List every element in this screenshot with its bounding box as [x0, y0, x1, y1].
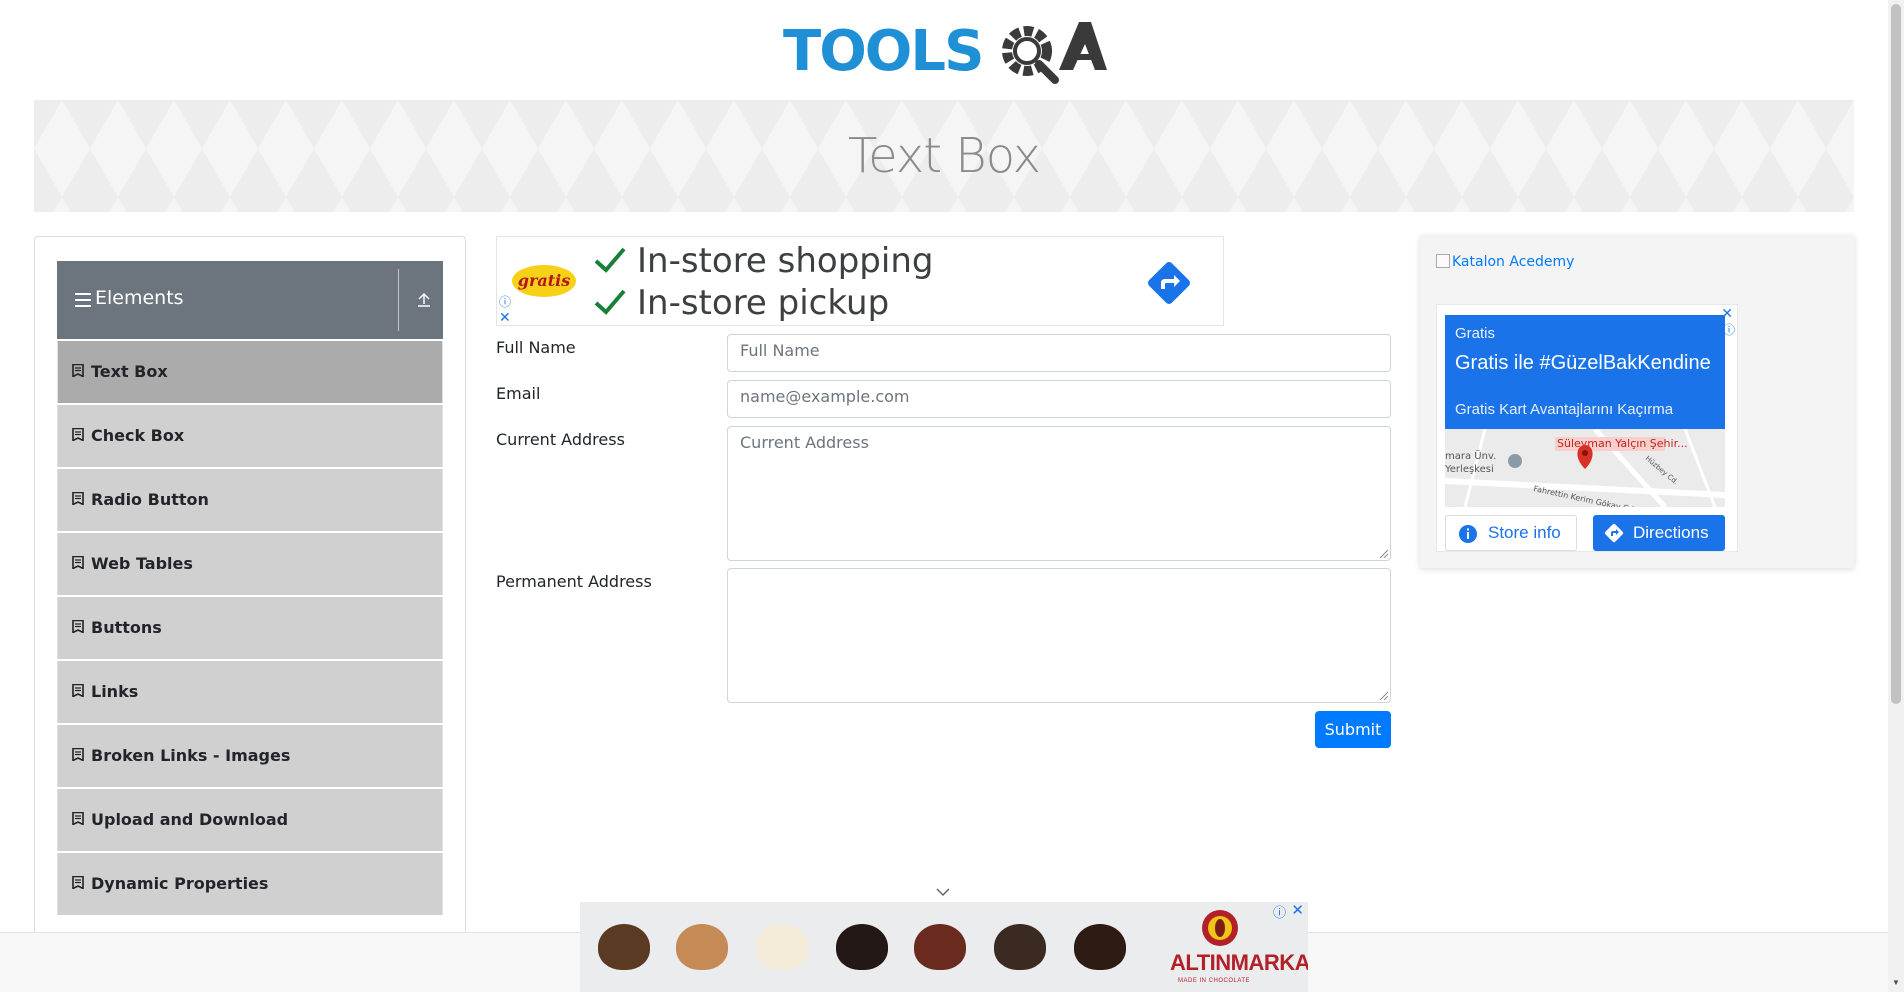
ad-subline: Gratis Kart Avantajlarını Kaçırma [1455, 401, 1674, 418]
page-title: Text Box [847, 128, 1041, 184]
email-placeholder: name@example.com [740, 387, 910, 406]
store-map[interactable]: Süleyman Yalçın Şehir... mara Ünv. Yerle… [1445, 429, 1725, 507]
svg-text:TOOLS: TOOLS [783, 19, 982, 84]
hamburger-icon [75, 293, 91, 307]
sidebar-item-label: Text Box [91, 362, 168, 381]
checkmark-icon [594, 247, 626, 273]
broken-image-icon [1436, 254, 1450, 268]
coffee-beans-pile [598, 924, 650, 970]
ad-brand: Gratis [1455, 325, 1496, 342]
cocoa-powder-pile [1074, 924, 1126, 970]
ad-headline-box[interactable]: Gratis Gratis ile #GüzelBakKendine Grati… [1445, 315, 1725, 429]
email-label: Email [496, 384, 541, 403]
store-info-label: Store info [1488, 523, 1561, 542]
sidebar-item-radio-button[interactable]: Radio Button [57, 469, 443, 531]
collapse-up-icon[interactable] [415, 291, 433, 309]
email-input[interactable]: name@example.com [727, 380, 1391, 418]
document-icon [72, 556, 84, 569]
scroll-thumb[interactable] [1891, 4, 1901, 704]
elements-menu: Text Box Check Box Radio Button Web Tabl… [57, 341, 443, 917]
document-icon [72, 620, 84, 633]
current-address-textarea[interactable]: Current Address [727, 426, 1391, 561]
sidebar-item-text-box[interactable]: Text Box [57, 341, 443, 403]
almonds-pile [676, 924, 728, 970]
document-icon [72, 812, 84, 825]
sidebar-item-label: Web Tables [91, 554, 193, 573]
sidebar-item-label: Radio Button [91, 490, 209, 509]
scroll-down-arrow-icon[interactable]: ▼ [1892, 978, 1900, 987]
sidebar-item-label: Broken Links - Images [91, 746, 291, 765]
sidebar-item-label: Buttons [91, 618, 162, 637]
left-panel: Elements Text Box Check Box Radio Button… [34, 236, 466, 936]
checkmark-icon [594, 289, 626, 315]
bottom-ad-banner[interactable]: ALTINMARKA MADE IN CHOCOLATE ⓘ ✕ [580, 902, 1308, 992]
document-icon [72, 364, 84, 377]
resize-grip-icon[interactable] [1378, 548, 1388, 558]
permanent-address-label: Permanent Address [496, 572, 652, 591]
ad-info-icon[interactable]: ⓘ [1273, 902, 1286, 921]
sidebar-item-label: Upload and Download [91, 810, 289, 829]
document-icon [72, 748, 84, 761]
group-title: Elements [95, 287, 184, 309]
top-ad-banner[interactable]: gratis In-store shopping In-store pickup… [496, 236, 1224, 326]
submit-button[interactable]: Submit [1315, 711, 1391, 748]
document-icon [72, 428, 84, 441]
right-ad-panel: Katalon Acedemy ✕ ⓘ Gratis Gratis ile #G… [1420, 236, 1854, 568]
full-name-input[interactable]: Full Name [727, 334, 1391, 372]
gratis-store-ad[interactable]: ✕ ⓘ Gratis Gratis ile #GüzelBakKendine G… [1436, 304, 1738, 552]
cocoa-beans-pile [914, 924, 966, 970]
current-address-placeholder: Current Address [740, 433, 869, 452]
ad-close-icon[interactable]: ✕ [1291, 902, 1304, 919]
ad-line-1: In-store shopping [637, 241, 934, 281]
sidebar-item-buttons[interactable]: Buttons [57, 597, 443, 659]
sidebar-item-label: Dynamic Properties [91, 874, 269, 893]
sidebar-item-web-tables[interactable]: Web Tables [57, 533, 443, 595]
gratis-logo: gratis [512, 265, 576, 297]
ad-line-2: In-store pickup [637, 283, 890, 323]
directions-label: Directions [1633, 523, 1709, 542]
altinmarka-emblem [1202, 910, 1238, 946]
svg-text:Süleyman Yalçın Şehir...: Süleyman Yalçın Şehir... [1557, 437, 1688, 450]
toolsqa-logo[interactable]: TOOLS [783, 14, 1107, 92]
katalon-academy-link[interactable]: Katalon Acedemy [1436, 254, 1574, 270]
sidebar-item-broken-links[interactable]: Broken Links - Images [57, 725, 443, 787]
sidebar-item-label: Links [91, 682, 139, 701]
directions-icon [1604, 523, 1624, 543]
sidebar-item-dynamic-properties[interactable]: Dynamic Properties [57, 853, 443, 915]
page-scrollbar[interactable]: ▲ ▼ [1888, 0, 1904, 992]
sidebar-item-upload-download[interactable]: Upload and Download [57, 789, 443, 851]
store-info-button[interactable]: Store info [1445, 515, 1577, 551]
full-name-placeholder: Full Name [740, 341, 820, 360]
altinmarka-brand: ALTINMARKA [1170, 950, 1308, 975]
directions-button[interactable]: Directions [1593, 515, 1725, 551]
permanent-address-textarea[interactable] [727, 568, 1391, 703]
ad-close-icon[interactable]: ✕ [499, 309, 511, 326]
resize-grip-icon[interactable] [1378, 690, 1388, 700]
sidebar-item-label: Check Box [91, 426, 185, 445]
katalon-alt-text: Katalon Acedemy [1452, 254, 1575, 270]
document-icon [72, 492, 84, 505]
sidebar-item-links[interactable]: Links [57, 661, 443, 723]
current-address-label: Current Address [496, 430, 625, 449]
document-icon [72, 684, 84, 697]
elements-group-header[interactable]: Elements [57, 261, 443, 339]
svg-text:gratis: gratis [518, 271, 570, 290]
full-name-label: Full Name [496, 338, 576, 357]
altinmarka-tagline: MADE IN CHOCOLATE [1178, 978, 1251, 984]
svg-text:mara Ünv.: mara Ünv. [1445, 449, 1496, 462]
ad-headline: Gratis ile #GüzelBakKendine [1455, 352, 1711, 374]
document-icon [72, 876, 84, 889]
site-header: TOOLS [0, 0, 1888, 100]
info-icon [1459, 525, 1477, 543]
white-chocolate-pile [756, 924, 808, 970]
dark-chocolate-pile [836, 924, 888, 970]
cocoa-nibs-pile [994, 924, 1046, 970]
ad-info-icon[interactable]: ⓘ [499, 293, 511, 310]
header-divider [398, 269, 399, 331]
chevron-down-icon[interactable] [934, 886, 952, 898]
directions-icon[interactable] [1145, 259, 1193, 307]
page-banner: Text Box [34, 100, 1854, 212]
svg-text:Yerleşkesi: Yerleşkesi [1445, 464, 1494, 475]
sidebar-item-check-box[interactable]: Check Box [57, 405, 443, 467]
